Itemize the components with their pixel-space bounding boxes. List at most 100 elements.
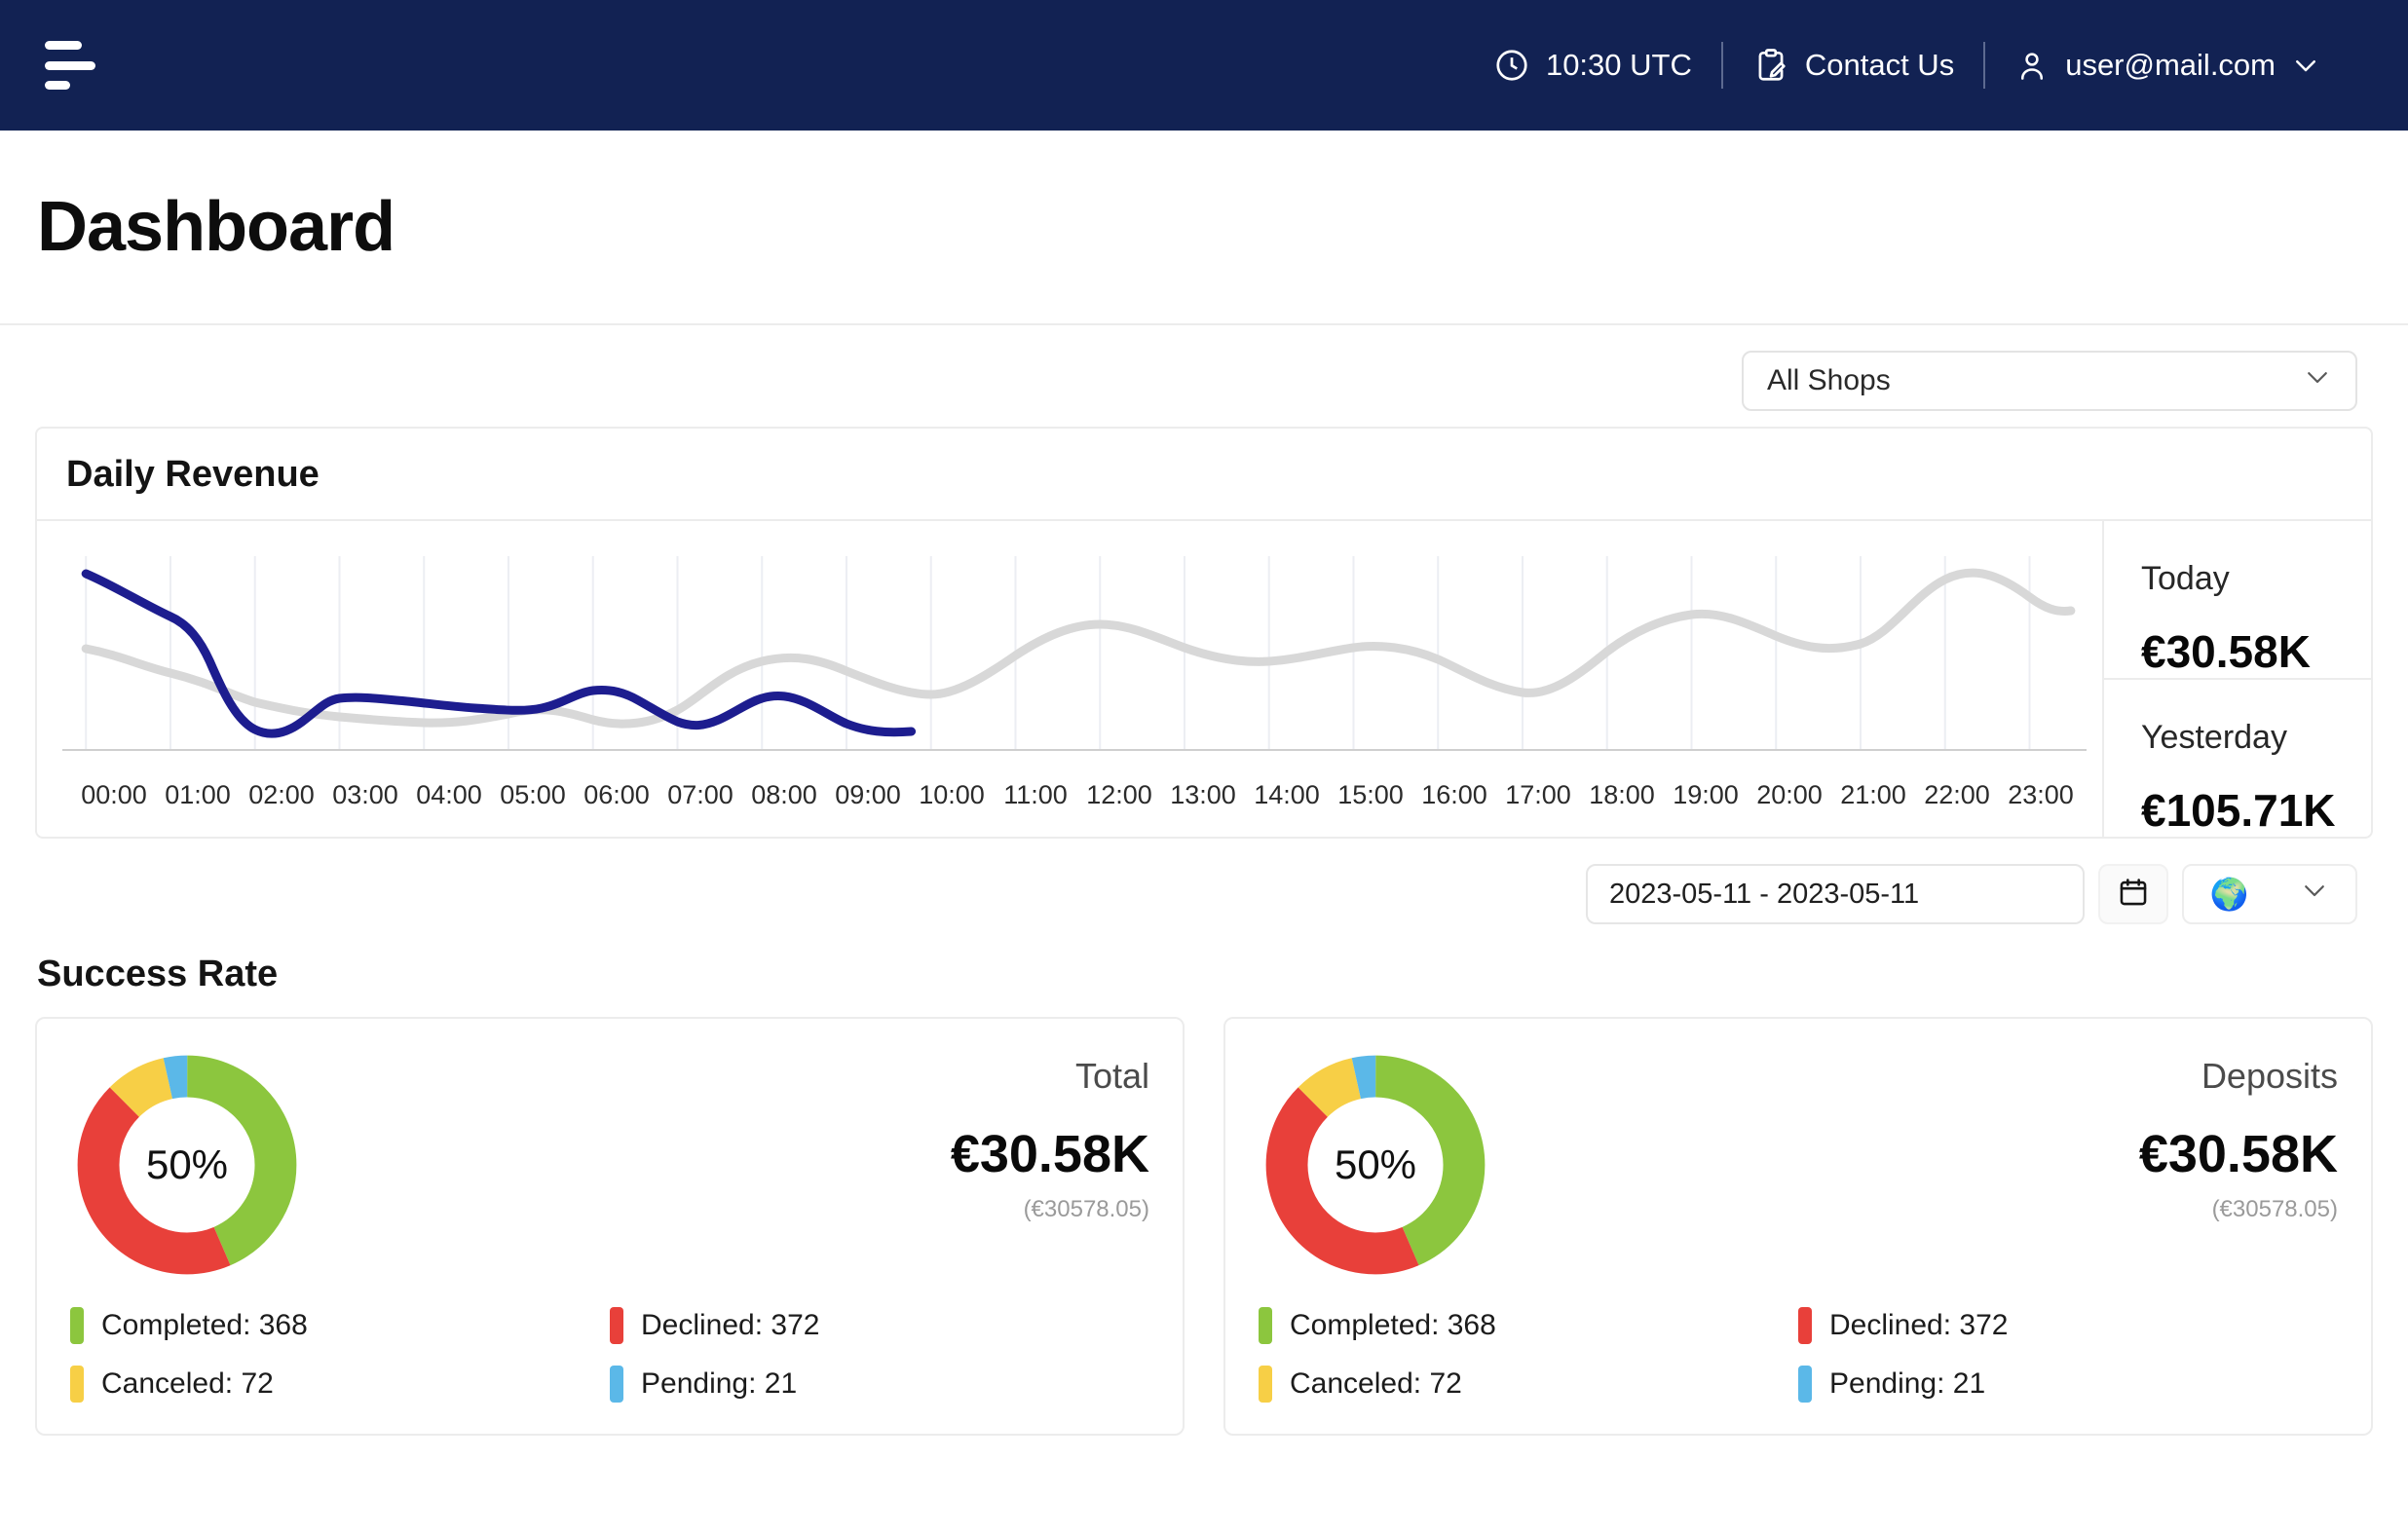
date-range-value: 2023-05-11 - 2023-05-11 [1609, 878, 1920, 910]
x-tick: 07:00 [667, 780, 734, 809]
date-range-input[interactable]: 2023-05-11 - 2023-05-11 [1586, 864, 2085, 924]
today-value: €30.58K [2141, 626, 2311, 677]
yesterday-value: €105.71K [2141, 785, 2336, 836]
x-tick: 04:00 [416, 780, 482, 809]
legend-swatch-pending [1798, 1366, 1812, 1403]
daily-revenue-title: Daily Revenue [37, 429, 2371, 521]
utc-time-label: 10:30 UTC [1545, 48, 1692, 82]
chevron-down-icon[interactable] [2303, 362, 2332, 399]
x-tick: 01:00 [165, 780, 231, 809]
legend-label-declined: Declined: 372 [641, 1309, 820, 1341]
x-tick: 19:00 [1673, 780, 1739, 809]
success-rate-card-deposits: 50% Deposits €30.58K (€30578.05) Complet… [1223, 1017, 2373, 1436]
donut-percent-deposits: 50% [1334, 1142, 1417, 1187]
x-tick: 17:00 [1505, 780, 1571, 809]
card-amount-exact: (€30578.05) [2211, 1196, 2338, 1222]
legend-label-declined: Declined: 372 [1829, 1309, 2009, 1341]
utc-time: 10:30 UTC [1464, 47, 1721, 84]
page-header: Dashboard [0, 131, 2408, 325]
legend-label-canceled: Canceled: 72 [1290, 1367, 1462, 1400]
legend-item-declined: Declined: 372 [1798, 1307, 2338, 1344]
success-rate-card-total: 50% Total €30.58K (€30578.05) Completed:… [35, 1017, 1185, 1436]
chevron-down-icon[interactable] [2291, 51, 2320, 80]
card-figures: Total €30.58K (€30578.05) [951, 1048, 1149, 1223]
daily-revenue-body: 00:00 01:00 02:00 03:00 04:00 05:00 06:0… [37, 521, 2371, 837]
x-tick: 00:00 [81, 780, 147, 809]
contact-us-button[interactable]: Contact Us [1723, 47, 1983, 84]
legend-swatch-declined [1798, 1307, 1812, 1344]
revenue-totals: Today €30.58K Yesterday €105.71K [2102, 521, 2371, 837]
x-tick: 16:00 [1421, 780, 1487, 809]
clipboard-pencil-icon [1752, 47, 1789, 84]
revenue-chart-svg [62, 556, 2087, 751]
donut-percent-total: 50% [145, 1142, 229, 1187]
x-tick: 03:00 [332, 780, 398, 809]
x-tick: 02:00 [248, 780, 315, 809]
x-tick: 14:00 [1254, 780, 1320, 809]
x-tick: 06:00 [583, 780, 650, 809]
x-tick: 11:00 [1003, 780, 1068, 809]
daily-revenue-card: Daily Revenue 00:00 01:00 02:00 03:00 04… [35, 427, 2373, 839]
card-amount-exact: (€30578.05) [1023, 1196, 1149, 1222]
legend-swatch-canceled [70, 1366, 84, 1403]
yesterday-label: Yesterday [2141, 719, 2287, 756]
x-tick: 05:00 [500, 780, 566, 809]
card-top: 50% Total €30.58K (€30578.05) [70, 1048, 1149, 1282]
x-tick: 13:00 [1170, 780, 1236, 809]
revenue-chart: 00:00 01:00 02:00 03:00 04:00 05:00 06:0… [37, 521, 2102, 837]
hamburger-icon[interactable] [45, 41, 101, 90]
shop-selector-value: All Shops [1767, 364, 1891, 396]
x-tick: 09:00 [835, 780, 901, 809]
user-email-label: user@mail.com [2065, 48, 2276, 82]
shop-selector[interactable]: All Shops [1742, 351, 2357, 411]
card-label: Total [1074, 1056, 1149, 1096]
hamburger-line [45, 60, 95, 70]
calendar-icon [2117, 876, 2150, 914]
legend-item-canceled: Canceled: 72 [1259, 1366, 1798, 1403]
top-navbar: 10:30 UTC Contact Us user@mail.com [0, 0, 2408, 131]
card-top: 50% Deposits €30.58K (€30578.05) [1259, 1048, 2338, 1282]
calendar-button[interactable] [2098, 864, 2168, 924]
card-amount: €30.58K [2138, 1125, 2338, 1183]
clock-icon [1493, 47, 1530, 84]
legend-label-pending: Pending: 21 [1829, 1367, 1986, 1400]
x-tick: 08:00 [751, 780, 817, 809]
card-figures: Deposits €30.58K (€30578.05) [2139, 1048, 2338, 1223]
legend-swatch-completed [1259, 1307, 1272, 1344]
page-title: Dashboard [37, 188, 395, 266]
legend-label-completed: Completed: 368 [1290, 1309, 1496, 1341]
x-tick: 15:00 [1337, 780, 1404, 809]
legend-item-canceled: Canceled: 72 [70, 1366, 610, 1403]
legend-swatch-declined [610, 1307, 623, 1344]
currency-selector[interactable]: 🌍 [2182, 864, 2357, 924]
user-menu[interactable]: user@mail.com [1985, 48, 2350, 83]
x-tick: 10:00 [919, 780, 985, 809]
legend-swatch-completed [70, 1307, 84, 1344]
chevron-down-icon[interactable] [2300, 876, 2329, 913]
success-rate-title: Success Rate [37, 954, 279, 994]
navbar-right: 10:30 UTC Contact Us user@mail.com [1464, 0, 2350, 131]
legend-deposits: Completed: 368 Declined: 372 Canceled: 7… [1259, 1307, 2338, 1403]
card-label: Deposits [2201, 1056, 2338, 1096]
legend-item-pending: Pending: 21 [610, 1366, 1149, 1403]
contact-us-label: Contact Us [1804, 48, 1955, 82]
x-tick: 12:00 [1086, 780, 1152, 809]
success-rate-grid: 50% Total €30.58K (€30578.05) Completed:… [0, 1017, 2408, 1436]
donut-chart-total: 50% [70, 1048, 304, 1282]
legend-item-completed: Completed: 368 [70, 1307, 610, 1344]
legend-label-pending: Pending: 21 [641, 1367, 798, 1400]
legend-swatch-canceled [1259, 1366, 1272, 1403]
hamburger-line [45, 41, 82, 50]
today-label: Today [2141, 560, 2230, 597]
today-total: Today €30.58K [2104, 521, 2371, 678]
donut-chart-deposits: 50% [1259, 1048, 1492, 1282]
legend-swatch-pending [610, 1366, 623, 1403]
person-icon [2014, 48, 2050, 83]
revenue-x-axis: 00:00 01:00 02:00 03:00 04:00 05:00 06:0… [62, 763, 2087, 810]
x-tick: 18:00 [1589, 780, 1655, 809]
x-tick: 20:00 [1756, 780, 1823, 809]
legend-item-pending: Pending: 21 [1798, 1366, 2338, 1403]
legend-item-declined: Declined: 372 [610, 1307, 1149, 1344]
card-amount: €30.58K [950, 1125, 1149, 1183]
legend-total: Completed: 368 Declined: 372 Canceled: 7… [70, 1307, 1149, 1403]
